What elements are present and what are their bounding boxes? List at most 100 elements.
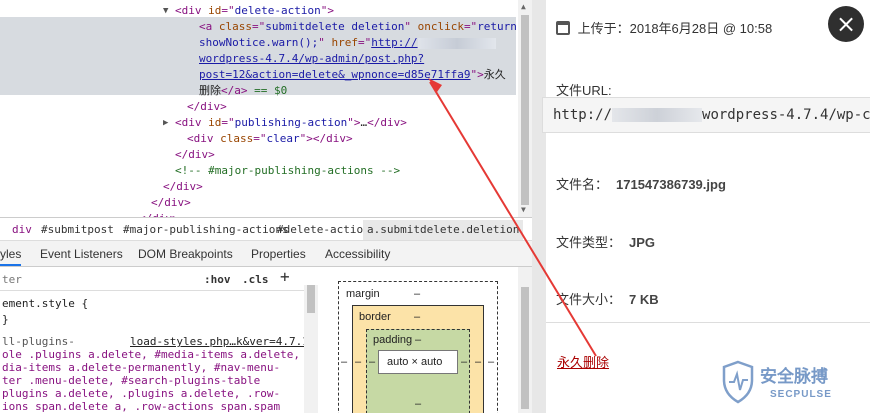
dom-token: </div> [312, 132, 353, 145]
dom-token: =" [221, 116, 235, 129]
scrollbar-thumb[interactable] [307, 285, 315, 313]
dom-token: post=12&action=delete&_wpnonce=d85e71ffa… [199, 68, 471, 81]
dom-node-line[interactable]: post=12&action=delete&_wpnonce=d85e71ffa… [199, 67, 506, 83]
filter-input[interactable]: ter [2, 273, 22, 286]
filesize-value: 7 KB [629, 292, 659, 307]
dom-token: id [208, 4, 222, 17]
close-button[interactable]: × [828, 6, 864, 42]
dom-token: "> [347, 116, 361, 129]
dom-node-line[interactable]: <!-- #major-publishing-actions --> [175, 163, 400, 179]
dom-token: <a [199, 20, 219, 33]
dom-token: "> [320, 4, 334, 17]
dom-token: " [318, 36, 332, 49]
dom-token: " [404, 20, 418, 33]
element-style-close: } [2, 313, 9, 326]
shield-icon [722, 360, 754, 404]
breadcrumb-item[interactable]: div [12, 223, 32, 236]
dom-node-line[interactable]: showNotice.warn();" href="http:// [199, 35, 496, 51]
scroll-up-icon[interactable]: ▲ [521, 2, 526, 11]
content-size: auto × auto [387, 356, 443, 368]
tab-properties[interactable]: Properties [251, 247, 306, 261]
scrollbar-thumb[interactable] [521, 287, 529, 409]
margin-label: margin [346, 288, 380, 300]
padding-top-value: – [415, 334, 422, 346]
filename-label: 文件名： [556, 177, 609, 192]
divider [546, 322, 870, 323]
styles-filter-bar: ter :hov .cls + [0, 267, 318, 291]
dom-node-line[interactable]: </div> [175, 147, 215, 163]
margin-left-value: – [341, 356, 348, 368]
dom-token: id [208, 116, 222, 129]
rule-selector-line: plugins a.delete, .plugins a.delete, .ro… [2, 387, 281, 400]
dom-node-line[interactable]: wordpress-4.7.4/wp-admin/post.php? [199, 51, 424, 67]
elements-scrollbar[interactable]: ▲ ▼ [518, 0, 532, 217]
filetype-label: 文件类型： [556, 235, 622, 250]
file-url-field[interactable]: http://wordpress-4.7.4/wp-con [542, 97, 870, 133]
new-rule-icon[interactable]: + [280, 269, 290, 285]
filesize-label: 文件大小： [556, 292, 622, 307]
box-model-panel: margin – border – padding – auto × auto … [318, 267, 518, 413]
dom-token: </div> [175, 148, 215, 161]
tab-accessibility[interactable]: Accessibility [325, 247, 390, 261]
box-model-scrollbar[interactable] [518, 267, 532, 413]
dom-token: 永久 [483, 68, 506, 81]
dom-node-line[interactable]: </div> [163, 179, 203, 195]
rule-selector-line: dia-items a.delete-permanently, #nav-men… [2, 361, 281, 374]
tab-styles[interactable]: yles [0, 247, 22, 266]
calendar-icon [556, 21, 570, 35]
dom-token: <div [175, 4, 209, 17]
breadcrumb-item[interactable]: #major-publishing-actions [123, 223, 289, 236]
close-icon: × [835, 10, 857, 38]
dom-token: class [218, 20, 252, 33]
filename-row: 文件名： 171547386739.jpg [556, 174, 726, 193]
dom-token: =" [357, 36, 372, 49]
tab-event-listeners[interactable]: Event Listeners [40, 247, 123, 261]
dom-token: publishing-action [234, 116, 348, 129]
margin-right-value: – [488, 356, 495, 368]
tab-dom-breakpoints[interactable]: DOM Breakpoints [138, 247, 233, 261]
rule-source-link[interactable]: load-styles.php…k&ver=4.7.10:3 [130, 335, 318, 348]
border-top-value: – [414, 311, 421, 323]
rule-selector-line: ions span.delete a, .row-actions span.sp… [2, 400, 281, 413]
padding-left-value: – [369, 356, 376, 368]
dom-token: showNotice.warn(); [199, 36, 319, 49]
breadcrumb-item-active[interactable]: a.submitdelete.deletion [363, 220, 524, 240]
elements-panel: ▼ <div id="delete-action"> <a class="submi… [0, 0, 532, 217]
scrollbar-thumb[interactable] [521, 15, 529, 205]
sidebar-tabs: yles Event Listeners DOM Breakpoints Pro… [0, 241, 532, 267]
dom-token: "> [470, 68, 484, 81]
dom-token: == $0 [247, 84, 288, 97]
styles-scrollbar[interactable] [304, 285, 318, 413]
secpulse-watermark: 安全脉搏 SECPULSE [722, 360, 831, 404]
dom-token: 删除 [199, 84, 221, 97]
dom-token: http:// [371, 36, 418, 49]
expand-triangle-icon[interactable]: ▼ [163, 3, 168, 19]
rule-selector-line: ole .plugins a.delete, #media-items a.de… [2, 348, 301, 361]
breadcrumb-item[interactable]: #delete-action [277, 223, 370, 236]
dom-node-line[interactable]: </div> [151, 195, 191, 211]
scroll-down-icon[interactable]: ▼ [521, 205, 526, 214]
dom-node-line[interactable]: ▼ <div id="delete-action"> [163, 3, 334, 19]
filename-value: 171547386739.jpg [616, 177, 726, 192]
border-left-value: – [355, 356, 362, 368]
delete-permanently-link[interactable]: 永久删除 [557, 352, 609, 371]
watermark-cn: 安全脉搏 [760, 366, 828, 387]
dom-token: class [220, 132, 254, 145]
dom-node-line[interactable]: ▶ <div id="publishing-action">…</div> [163, 115, 407, 131]
dom-node-line[interactable]: <div class="clear"></div> [187, 131, 353, 147]
dom-token: clear [266, 132, 300, 145]
hov-toggle[interactable]: :hov [204, 273, 231, 286]
dom-token: onclick [417, 20, 464, 33]
dom-token: <div [187, 132, 221, 145]
dom-node-line[interactable]: </div> [187, 99, 227, 115]
dom-token: <!-- #major-publishing-actions --> [175, 164, 401, 177]
rule-selector: ll-plugins- [2, 335, 75, 348]
collapse-triangle-icon[interactable]: ▶ [163, 115, 168, 131]
dom-node-line[interactable]: <a class="submitdelete deletion" onclick… [199, 19, 517, 35]
dom-token: return [477, 20, 517, 33]
cls-toggle[interactable]: .cls [242, 273, 269, 286]
dom-token: </div> [367, 116, 407, 129]
breadcrumb-item[interactable]: #submitpost [41, 223, 114, 236]
dom-token: href [331, 36, 358, 49]
dom-node-line[interactable]: 删除</a> == $0 [199, 83, 287, 99]
